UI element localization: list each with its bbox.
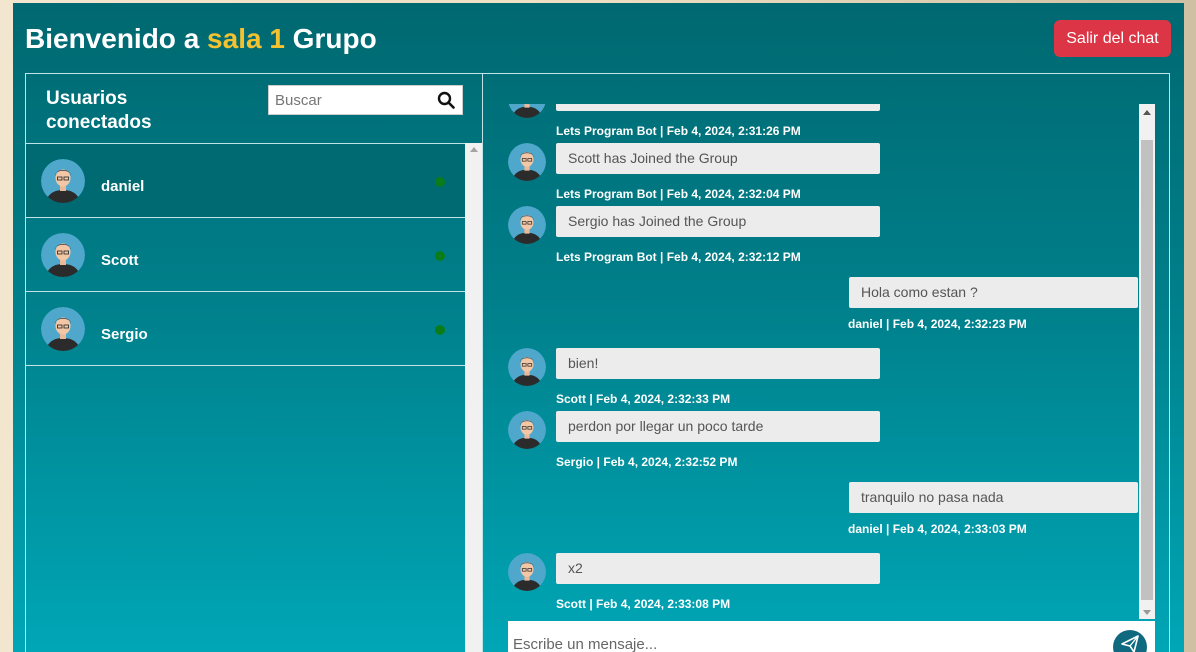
online-status-dot xyxy=(435,251,445,261)
chat-message: tranquilo no pasa nada daniel | Feb 4, 20… xyxy=(508,482,1138,546)
message-bubble: Hola como estan ? xyxy=(849,277,1138,308)
title-prefix: Bienvenido a xyxy=(25,23,208,54)
user-row-sergio[interactable]: Sergio xyxy=(26,292,465,366)
online-status-dot xyxy=(435,325,445,335)
message-meta: daniel | Feb 4, 2024, 2:32:23 PM xyxy=(848,317,1027,331)
user-avatar-icon xyxy=(508,143,546,186)
chat-message: Scott has Joined the Group Lets Program B… xyxy=(508,143,1138,207)
search-input[interactable] xyxy=(269,86,429,114)
sidebar-scrollbar[interactable] xyxy=(465,143,482,652)
chat-message: x2 Scott | Feb 4, 2024, 2:33:08 PM xyxy=(508,553,1138,617)
user-row-daniel[interactable]: daniel xyxy=(26,144,465,218)
user-name: daniel xyxy=(101,178,145,195)
scroll-up-icon[interactable] xyxy=(1143,110,1151,115)
user-avatar-icon xyxy=(41,233,85,282)
send-button[interactable] xyxy=(1113,630,1147,652)
chat-area: daniel has Joined the Group Lets Program … xyxy=(484,74,1171,652)
message-bubble: Scott has Joined the Group xyxy=(556,143,880,174)
message-bubble: tranquilo no pasa nada xyxy=(849,482,1138,513)
search-icon[interactable] xyxy=(437,91,455,109)
chat-scrollbar[interactable] xyxy=(1139,104,1155,619)
message-bubble: daniel has Joined the Group xyxy=(556,104,880,111)
user-avatar-icon xyxy=(508,553,546,596)
message-bubble: x2 xyxy=(556,553,880,584)
exit-chat-button[interactable]: Salir del chat xyxy=(1054,20,1171,57)
chat-panel: Usuarios conectados daniel Scott Sergio da… xyxy=(25,73,1170,652)
chat-message: Hola como estan ? daniel | Feb 4, 2024, 2… xyxy=(508,277,1138,341)
users-list: daniel Scott Sergio xyxy=(26,143,465,366)
user-avatar-icon xyxy=(508,206,546,249)
users-sidebar: Usuarios conectados daniel Scott Sergio xyxy=(26,74,483,652)
user-avatar-icon xyxy=(508,348,546,391)
send-icon xyxy=(1121,635,1139,652)
message-bubble: perdon por llegar un poco tarde xyxy=(556,411,880,442)
search-box xyxy=(268,85,463,115)
message-meta: Scott | Feb 4, 2024, 2:33:08 PM xyxy=(556,597,731,611)
messages-list: daniel has Joined the Group Lets Program … xyxy=(508,104,1138,619)
chat-message: daniel has Joined the Group Lets Program … xyxy=(508,104,1138,144)
chat-message: bien! Scott | Feb 4, 2024, 2:32:33 PM xyxy=(508,348,1138,412)
scroll-down-icon[interactable] xyxy=(1143,610,1151,615)
room-name: sala 1 xyxy=(207,23,285,54)
title-suffix: Grupo xyxy=(284,23,377,54)
user-avatar-icon xyxy=(41,159,85,208)
chat-message: perdon por llegar un poco tarde Sergio | … xyxy=(508,411,1138,475)
page-title: Bienvenido a sala 1 Grupo xyxy=(25,23,377,55)
users-title: Usuarios conectados xyxy=(46,88,152,133)
user-avatar-icon xyxy=(508,411,546,454)
message-meta: Sergio | Feb 4, 2024, 2:32:52 PM xyxy=(556,455,738,469)
message-bubble: bien! xyxy=(556,348,880,379)
user-name: Sergio xyxy=(101,326,148,343)
message-bubble: Sergio has Joined the Group xyxy=(556,206,880,237)
message-meta: daniel | Feb 4, 2024, 2:33:03 PM xyxy=(848,522,1027,536)
message-meta: Lets Program Bot | Feb 4, 2024, 2:32:12 … xyxy=(556,250,801,264)
chat-app: Bienvenido a sala 1 Grupo Salir del chat… xyxy=(13,3,1184,652)
scrollbar-thumb[interactable] xyxy=(1141,140,1153,600)
message-meta: Lets Program Bot | Feb 4, 2024, 2:31:26 … xyxy=(556,124,801,138)
user-avatar-icon xyxy=(41,307,85,356)
message-meta: Lets Program Bot | Feb 4, 2024, 2:32:04 … xyxy=(556,187,801,201)
user-name: Scott xyxy=(101,252,139,269)
online-status-dot xyxy=(435,177,445,187)
user-row-scott[interactable]: Scott xyxy=(26,218,465,292)
chat-message: Sergio has Joined the Group Lets Program … xyxy=(508,206,1138,270)
message-composer xyxy=(508,621,1155,652)
message-input[interactable] xyxy=(508,621,1098,652)
message-meta: Scott | Feb 4, 2024, 2:32:33 PM xyxy=(556,392,731,406)
scroll-up-icon[interactable] xyxy=(470,147,478,152)
user-avatar-icon xyxy=(508,104,546,123)
